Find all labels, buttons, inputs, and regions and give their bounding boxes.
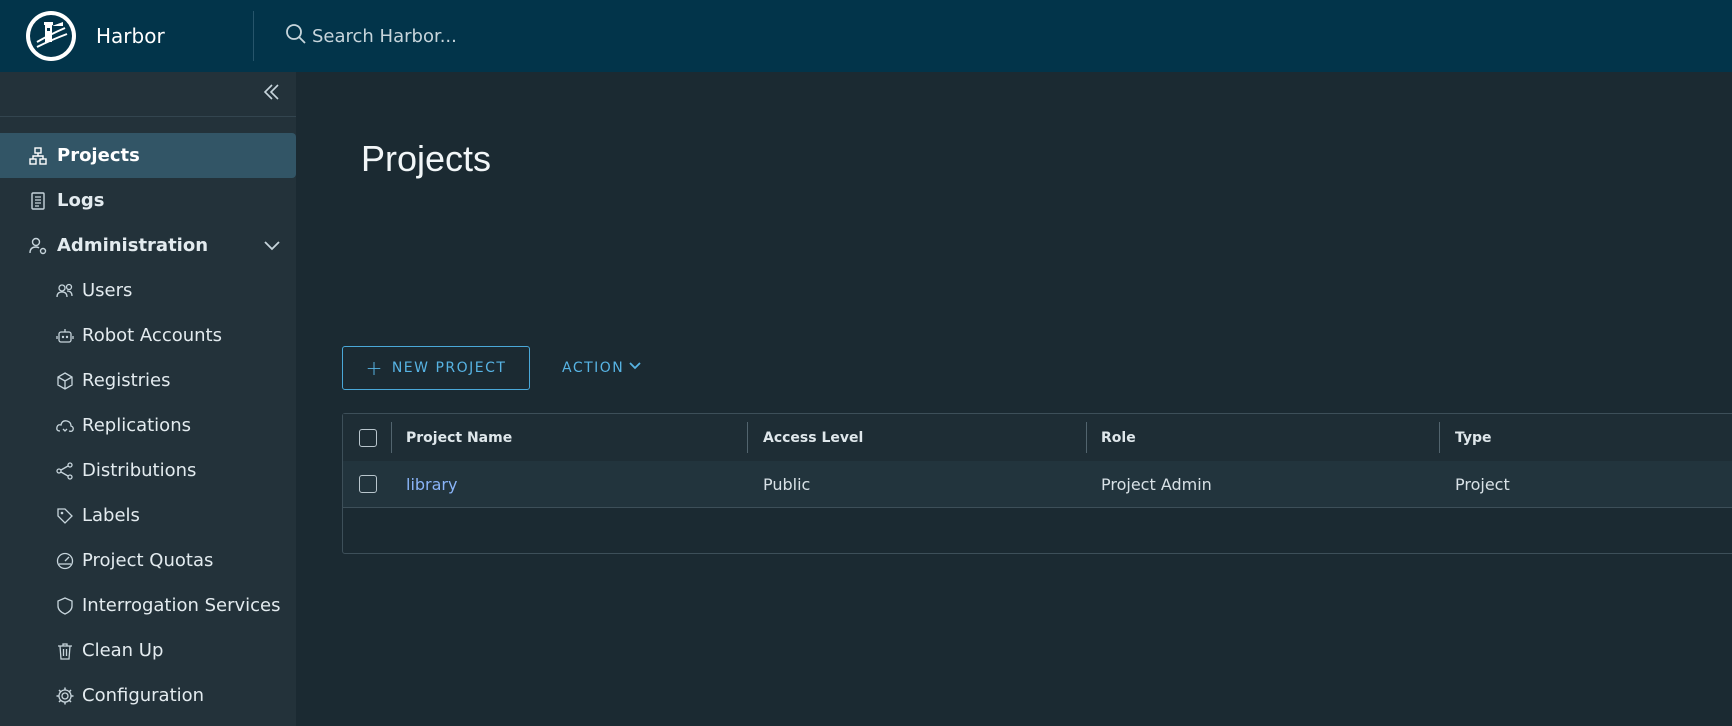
robot-icon (54, 325, 76, 347)
double-chevron-left-icon[interactable] (262, 82, 282, 106)
sidebar-item-registries[interactable]: Registries (0, 358, 296, 403)
select-all-checkbox[interactable] (359, 428, 377, 447)
gear-icon (54, 685, 76, 707)
sidebar-item-label: Registries (82, 370, 171, 391)
action-dropdown-button[interactable]: ACTION (562, 346, 642, 390)
table-row[interactable]: library Public Project Admin Project (343, 461, 1732, 508)
sidebar-item-projects[interactable]: Projects (0, 133, 296, 178)
quotas-icon (54, 550, 76, 572)
projects-table: Project Name Access Level Role Type libr… (342, 413, 1732, 554)
replications-icon (54, 415, 76, 437)
action-label: ACTION (562, 360, 625, 376)
sidebar-item-project-quotas[interactable]: Project Quotas (0, 538, 296, 583)
sidebar-collapse-bar (0, 72, 296, 117)
distributions-icon (54, 460, 76, 482)
new-project-label: NEW PROJECT (391, 360, 507, 376)
sidebar-item-label: Logs (57, 190, 105, 211)
harbor-logo-icon[interactable] (26, 11, 76, 61)
sidebar-item-label: Administration (57, 235, 209, 256)
sidebar-item-robot-accounts[interactable]: Robot Accounts (0, 313, 296, 358)
sidebar-item-label: Distributions (82, 460, 197, 481)
sidebar-item-replications[interactable]: Replications (0, 403, 296, 448)
sidebar-item-label: Users (82, 280, 133, 301)
chevron-down-icon[interactable] (262, 235, 282, 260)
new-project-button[interactable]: + NEW PROJECT (342, 346, 530, 390)
plus-icon: + (365, 356, 384, 380)
users-icon (54, 280, 76, 302)
sidebar-item-logs[interactable]: Logs (0, 178, 296, 223)
sidebar-item-label: Labels (82, 505, 140, 526)
column-separator[interactable] (747, 422, 748, 453)
sidebar-item-administration[interactable]: Administration (0, 223, 296, 268)
sidebar-item-label: Robot Accounts (82, 325, 222, 346)
brand[interactable]: Harbor (0, 0, 253, 72)
column-separator[interactable] (1086, 422, 1087, 453)
row-checkbox[interactable] (359, 475, 377, 493)
column-separator[interactable] (391, 422, 392, 453)
sidebar-item-interrogation-services[interactable]: Interrogation Services (0, 583, 296, 628)
table-header: Project Name Access Level Role Type (343, 414, 1732, 462)
role-cell: Project Admin (1101, 474, 1212, 494)
sidebar-item-users[interactable]: Users (0, 268, 296, 313)
sidebar-item-label: Projects (57, 145, 140, 166)
registries-icon (54, 370, 76, 392)
column-header-project-name[interactable]: Project Name (406, 414, 512, 461)
administration-icon (27, 235, 49, 257)
column-separator[interactable] (1439, 422, 1440, 453)
projects-icon (27, 145, 49, 167)
chevron-down-icon (624, 359, 642, 377)
labels-icon (54, 505, 76, 527)
project-name-link[interactable]: library (406, 461, 457, 507)
page-title: Projects (361, 138, 492, 179)
table-footer (343, 508, 1732, 554)
trash-icon (54, 640, 76, 662)
sidebar-item-label: Configuration (82, 685, 205, 706)
search-input[interactable]: Search Harbor... (312, 26, 457, 47)
search-icon (284, 22, 308, 51)
select-all-cell (359, 414, 377, 461)
sidebar-item-labels[interactable]: Labels (0, 493, 296, 538)
search-box[interactable]: Search Harbor... (284, 22, 457, 51)
sidebar-item-label: Clean Up (82, 640, 164, 661)
header-divider (253, 11, 254, 61)
sidebar-item-clean-up[interactable]: Clean Up (0, 628, 296, 673)
access-level-cell: Public (763, 474, 811, 494)
sidebar-item-label: Interrogation Services (82, 595, 281, 616)
row-select-cell (359, 461, 377, 507)
sidebar-item-configuration[interactable]: Configuration (0, 673, 296, 718)
sidebar: Projects Logs Administration Users Robot… (0, 72, 296, 726)
top-header: Harbor Search Harbor... (0, 0, 1732, 72)
shield-icon (54, 595, 76, 617)
column-header-access-level[interactable]: Access Level (763, 414, 863, 461)
app-name: Harbor (96, 24, 165, 48)
column-header-type[interactable]: Type (1455, 414, 1492, 461)
sidebar-item-label: Project Quotas (82, 550, 214, 571)
type-cell: Project (1455, 474, 1510, 494)
column-header-role[interactable]: Role (1101, 414, 1136, 461)
sidebar-item-label: Replications (82, 415, 191, 436)
logs-icon (27, 190, 49, 212)
sidebar-item-distributions[interactable]: Distributions (0, 448, 296, 493)
